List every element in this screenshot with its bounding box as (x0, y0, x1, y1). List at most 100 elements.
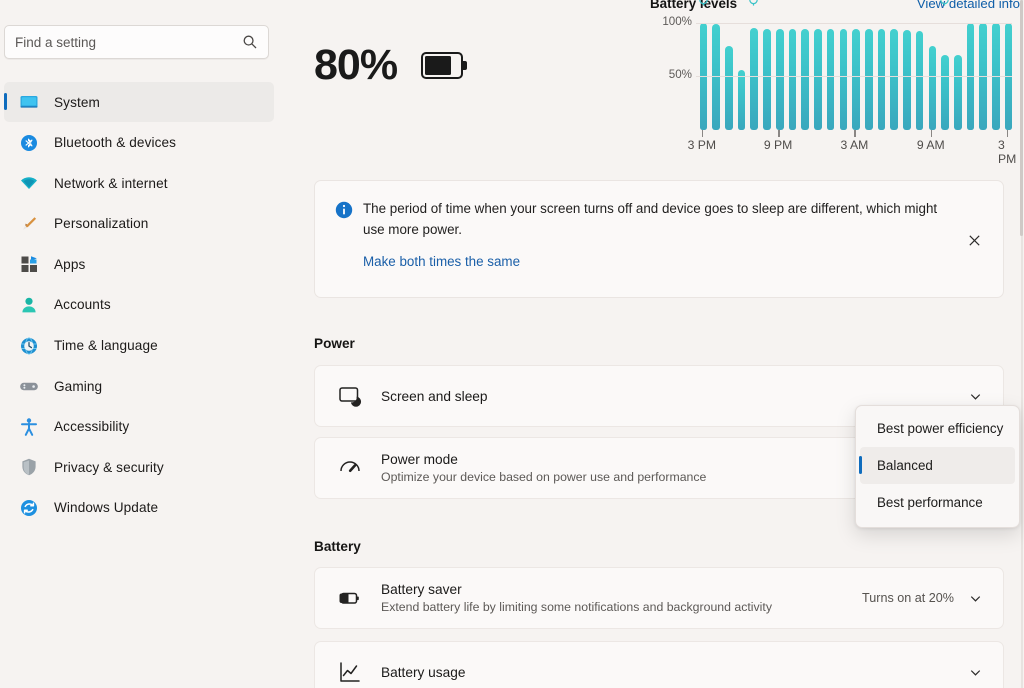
chart-bar (954, 54, 962, 130)
search-input[interactable] (15, 34, 242, 50)
chart-bar (915, 31, 924, 130)
sidebar-item-apps[interactable]: Apps (4, 244, 274, 284)
row-title: Battery usage (381, 664, 466, 680)
screen-sleep-icon (337, 383, 363, 409)
row-text: Battery usage (381, 665, 968, 680)
battery-percent-label: 80% (314, 41, 398, 89)
info-banner: The period of time when your screen turn… (314, 180, 1004, 298)
sidebar-item-network-internet[interactable]: Network & internet (4, 163, 274, 203)
view-detailed-info-link[interactable]: View detailed info (917, 0, 1020, 11)
paintbrush-icon (18, 213, 40, 235)
sidebar-item-label: Personalization (54, 216, 149, 232)
sidebar-nav: System Bluetooth & devices Network & int… (4, 82, 274, 528)
row-title: Screen and sleep (381, 388, 488, 404)
chart-line-icon (337, 659, 363, 685)
chart-y-tick-label: 50% (668, 68, 692, 82)
chart-x-tick-label: 9 AM (916, 138, 945, 152)
option-label: Balanced (877, 458, 933, 473)
chart-title: Battery levels (650, 0, 738, 11)
sidebar-item-windows-update[interactable]: Windows Update (4, 488, 274, 528)
chart-bar (725, 46, 733, 130)
row-value: Turns on at 20% (862, 591, 954, 605)
power-mode-option-balanced[interactable]: Balanced (859, 447, 1015, 484)
plug-icon (748, 0, 759, 6)
chart-x-tick-label: 3 PM (997, 138, 1017, 166)
sidebar-item-label: Bluetooth & devices (54, 135, 177, 151)
gauge-icon (337, 455, 363, 481)
chart-x-ticks (698, 130, 1020, 138)
chart-bar (814, 29, 822, 130)
sidebar-item-system[interactable]: System (4, 82, 274, 122)
info-banner-text: The period of time when your screen turn… (363, 201, 938, 237)
chevron-down-icon[interactable] (968, 591, 983, 606)
sidebar-item-gaming[interactable]: Gaming (4, 366, 274, 406)
power-mode-dropdown[interactable]: Best power efficiency Balanced Best perf… (855, 405, 1020, 528)
power-mode-option-best-power-efficiency[interactable]: Best power efficiency (860, 410, 1015, 447)
sidebar-item-label: Accessibility (54, 419, 130, 435)
sidebar-item-accounts[interactable]: Accounts (4, 285, 274, 325)
chart-bar (775, 29, 784, 130)
row-subtitle: Extend battery life by limiting some not… (381, 600, 772, 614)
row-right: Turns on at 20% (862, 591, 983, 606)
battery-saver-icon (337, 585, 363, 611)
battery-icon (421, 52, 468, 79)
sidebar-item-bluetooth-devices[interactable]: Bluetooth & devices (4, 123, 274, 163)
chart-bar (788, 29, 797, 130)
gamepad-icon (18, 375, 40, 397)
sidebar: System Bluetooth & devices Network & int… (0, 0, 304, 688)
shield-icon (18, 456, 40, 478)
chart-gridline (696, 22, 1012, 24)
option-label: Best power efficiency (877, 421, 1004, 436)
chart-bar (890, 29, 898, 130)
scrollbar-track[interactable] (1020, 0, 1023, 688)
battery-status: 80% (314, 41, 468, 89)
sidebar-item-accessibility[interactable]: Accessibility (4, 407, 274, 447)
row-battery-usage[interactable]: Battery usage (314, 641, 1004, 688)
chart-bar (826, 29, 835, 130)
search-box[interactable] (4, 25, 269, 59)
section-header-power: Power (314, 336, 355, 351)
chart-x-tick-label: 3 PM (687, 138, 717, 152)
chart-bar (750, 28, 759, 130)
chart-bar (864, 29, 873, 130)
plug-icon (939, 0, 950, 6)
chart-bar (928, 46, 937, 130)
section-header-battery: Battery (314, 539, 361, 554)
chart-bar (852, 29, 860, 130)
main-content: 80% Battery levels View detailed info 50… (304, 0, 1024, 688)
row-right (968, 665, 983, 680)
person-icon (18, 294, 40, 316)
chart-x-labels: 3 PM 9 PM 3 AM 9 AM 3 PM (650, 138, 1020, 166)
monitor-icon (18, 91, 40, 113)
sidebar-item-personalization[interactable]: Personalization (4, 204, 274, 244)
battery-fill (425, 56, 452, 75)
sidebar-item-label: Apps (54, 256, 86, 272)
make-both-times-same-link[interactable]: Make both times the same (363, 254, 520, 269)
search-icon (242, 34, 258, 50)
row-right (968, 389, 983, 404)
sidebar-item-label: Time & language (54, 338, 158, 354)
bluetooth-icon (18, 132, 40, 154)
chevron-down-icon[interactable] (968, 665, 983, 680)
close-icon[interactable] (959, 225, 989, 255)
sidebar-item-label: Network & internet (54, 175, 168, 191)
sidebar-item-label: Accounts (54, 297, 111, 313)
chart-x-tick-label: 9 PM (763, 138, 793, 152)
sidebar-item-privacy-security[interactable]: Privacy & security (4, 447, 274, 487)
option-label: Best performance (877, 495, 983, 510)
accessibility-icon (18, 416, 40, 438)
chart-x-tick (1007, 130, 1009, 137)
chart-plot: 50% 100% 3 PM 9 PM 3 AM 9 AM 3 PM (650, 0, 1020, 166)
row-battery-saver[interactable]: Battery saver Extend battery life by lim… (314, 567, 1004, 629)
info-icon (335, 201, 353, 219)
row-text: Screen and sleep (381, 389, 968, 404)
scrollbar-thumb[interactable] (1020, 0, 1023, 236)
chart-x-tick (930, 130, 933, 137)
chart-bar (941, 54, 949, 130)
sidebar-item-time-language[interactable]: Time & language (4, 326, 274, 366)
chart-bars (698, 0, 1020, 130)
chevron-down-icon[interactable] (968, 389, 983, 404)
wifi-icon (18, 172, 40, 194)
power-mode-option-best-performance[interactable]: Best performance (860, 484, 1015, 521)
chart-gridline (696, 76, 1012, 78)
